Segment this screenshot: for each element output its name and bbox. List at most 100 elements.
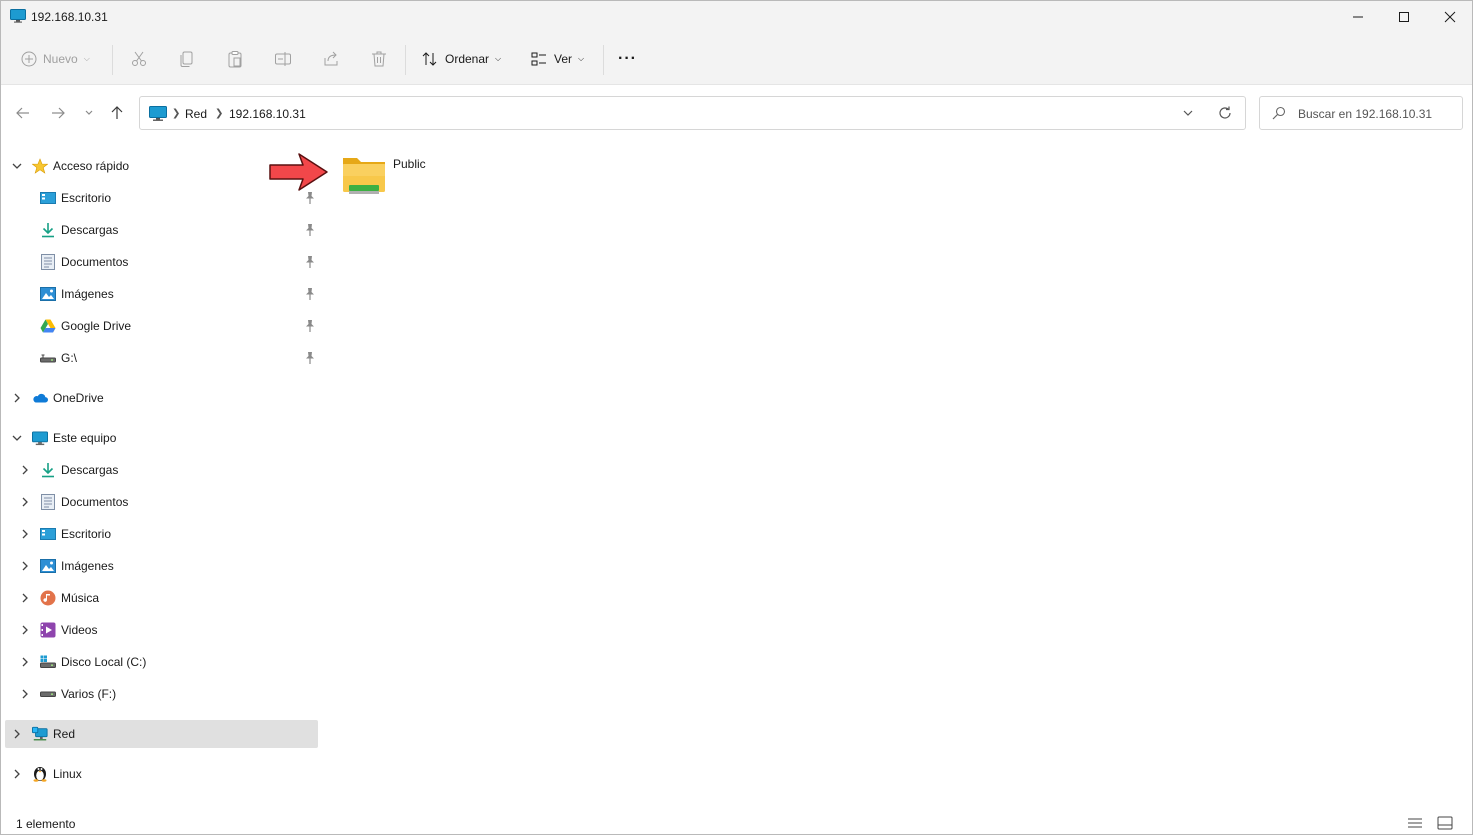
- desktop-icon: [40, 190, 56, 206]
- chevron-right-icon[interactable]: [19, 688, 31, 700]
- chevron-right-icon[interactable]: [19, 624, 31, 636]
- sidebar-item-this-pc[interactable]: Este equipo: [5, 424, 318, 452]
- breadcrumb-host[interactable]: 192.168.10.31: [229, 107, 306, 121]
- delete-button[interactable]: [370, 45, 388, 73]
- folder-name: Public: [393, 157, 426, 171]
- sidebar-item-varios-f[interactable]: Varios (F:): [5, 680, 318, 708]
- address-bar[interactable]: ❯ Red ❯ 192.168.10.31: [139, 96, 1246, 130]
- breadcrumb-chevron-icon: ❯: [215, 108, 224, 119]
- search-box[interactable]: [1259, 96, 1463, 130]
- recent-locations-button[interactable]: [79, 103, 99, 123]
- chevron-right-icon[interactable]: [11, 768, 23, 780]
- chevron-down-icon: ⌵: [578, 54, 585, 63]
- share-icon: [324, 51, 338, 66]
- pin-icon[interactable]: [304, 351, 316, 365]
- star-icon: [32, 158, 48, 174]
- new-button[interactable]: Nuevo ⌵: [21, 45, 90, 73]
- title-bar[interactable]: 192.168.10.31: [1, 1, 1472, 33]
- chevron-right-icon[interactable]: [11, 392, 23, 404]
- sidebar-item-pc-downloads[interactable]: Descargas: [5, 456, 318, 484]
- refresh-button[interactable]: [1217, 105, 1233, 124]
- back-button[interactable]: [13, 103, 33, 123]
- toolbar-divider: [405, 45, 406, 75]
- pictures-icon: [40, 286, 56, 302]
- forward-button[interactable]: [48, 103, 68, 123]
- sidebar-item-drive-g[interactable]: G:\: [5, 344, 318, 372]
- download-icon: [40, 462, 56, 478]
- chevron-down-icon: [1183, 110, 1193, 116]
- sidebar-item-label: Documentos: [61, 495, 129, 509]
- sidebar-item-google-drive[interactable]: Google Drive: [5, 312, 318, 340]
- copy-button[interactable]: [178, 45, 196, 73]
- sidebar-item-onedrive[interactable]: OneDrive: [5, 384, 318, 412]
- chevron-right-icon[interactable]: [19, 592, 31, 604]
- sidebar-item-pc-videos[interactable]: Videos: [5, 616, 318, 644]
- close-button[interactable]: [1427, 1, 1473, 33]
- view-button[interactable]: Ver ⌵: [530, 45, 584, 73]
- rename-icon: [275, 52, 291, 66]
- pin-icon[interactable]: [304, 255, 316, 269]
- sidebar-item-label: Videos: [61, 623, 98, 637]
- sidebar-item-pc-music[interactable]: Música: [5, 584, 318, 612]
- sidebar-item-label: G:\: [61, 351, 78, 365]
- copy-icon: [180, 51, 193, 67]
- chevron-down-icon[interactable]: [11, 160, 23, 172]
- desktop-icon: [40, 526, 56, 542]
- drive-icon: [40, 686, 56, 702]
- sidebar-item-documents[interactable]: Documentos: [5, 248, 318, 276]
- computer-icon: [10, 9, 26, 23]
- maximize-button[interactable]: [1381, 1, 1427, 33]
- sidebar-item-pc-desktop[interactable]: Escritorio: [5, 520, 318, 548]
- chevron-right-icon[interactable]: [19, 464, 31, 476]
- rename-button[interactable]: [274, 45, 292, 73]
- chevron-right-icon[interactable]: [19, 528, 31, 540]
- chevron-down-icon[interactable]: [11, 432, 23, 444]
- folder-item-public[interactable]: Public: [339, 152, 449, 202]
- cut-button[interactable]: [130, 45, 148, 73]
- sort-button[interactable]: Ordenar ⌵: [421, 45, 501, 73]
- details-view-icon[interactable]: [1407, 816, 1423, 830]
- sidebar-item-pc-pictures[interactable]: Imágenes: [5, 552, 318, 580]
- document-icon: [40, 494, 56, 510]
- scissors-icon: [132, 51, 146, 66]
- sort-label: Ordenar: [445, 52, 490, 66]
- pin-icon[interactable]: [304, 287, 316, 301]
- arrow-up-icon: [111, 106, 123, 119]
- chevron-right-icon[interactable]: [19, 496, 31, 508]
- pin-icon[interactable]: [304, 223, 316, 237]
- sidebar-item-label: Música: [61, 591, 100, 605]
- sidebar-item-label: Documentos: [61, 255, 129, 269]
- share-button[interactable]: [322, 45, 340, 73]
- pin-icon[interactable]: [304, 191, 316, 205]
- minimize-button[interactable]: [1335, 1, 1381, 33]
- tiles-view-icon[interactable]: [1437, 816, 1453, 830]
- more-options-button[interactable]: ···: [618, 45, 637, 73]
- sidebar-item-label: Varios (F:): [61, 687, 117, 701]
- sidebar-item-pc-documents[interactable]: Documentos: [5, 488, 318, 516]
- close-icon: [1444, 11, 1456, 23]
- penguin-icon: [32, 765, 48, 782]
- chevron-right-icon[interactable]: [19, 560, 31, 572]
- sidebar-item-network[interactable]: Red: [5, 720, 318, 748]
- sidebar-item-linux[interactable]: Linux: [5, 760, 318, 788]
- breadcrumb-network[interactable]: Red: [185, 107, 207, 121]
- chevron-right-icon[interactable]: [19, 656, 31, 668]
- video-icon: [40, 622, 56, 638]
- pin-icon[interactable]: [304, 319, 316, 333]
- shared-folder-icon: [343, 158, 385, 194]
- window-title: 192.168.10.31: [31, 10, 108, 24]
- search-input[interactable]: [1298, 105, 1458, 123]
- sidebar-item-pictures[interactable]: Imágenes: [5, 280, 318, 308]
- breadcrumb-chevron-icon: ❯: [172, 108, 181, 119]
- sidebar-item-downloads[interactable]: Descargas: [5, 216, 318, 244]
- address-dropdown-button[interactable]: [1182, 107, 1194, 122]
- pictures-icon: [40, 558, 56, 574]
- chevron-right-icon[interactable]: [11, 728, 23, 740]
- up-button[interactable]: [107, 103, 127, 123]
- file-list: Public: [323, 146, 1472, 811]
- maximize-icon: [1399, 12, 1409, 22]
- search-icon: [1272, 106, 1286, 120]
- sidebar-item-label: Google Drive: [61, 319, 132, 333]
- sidebar-item-local-disk-c[interactable]: Disco Local (C:): [5, 648, 318, 676]
- paste-button[interactable]: [226, 45, 244, 73]
